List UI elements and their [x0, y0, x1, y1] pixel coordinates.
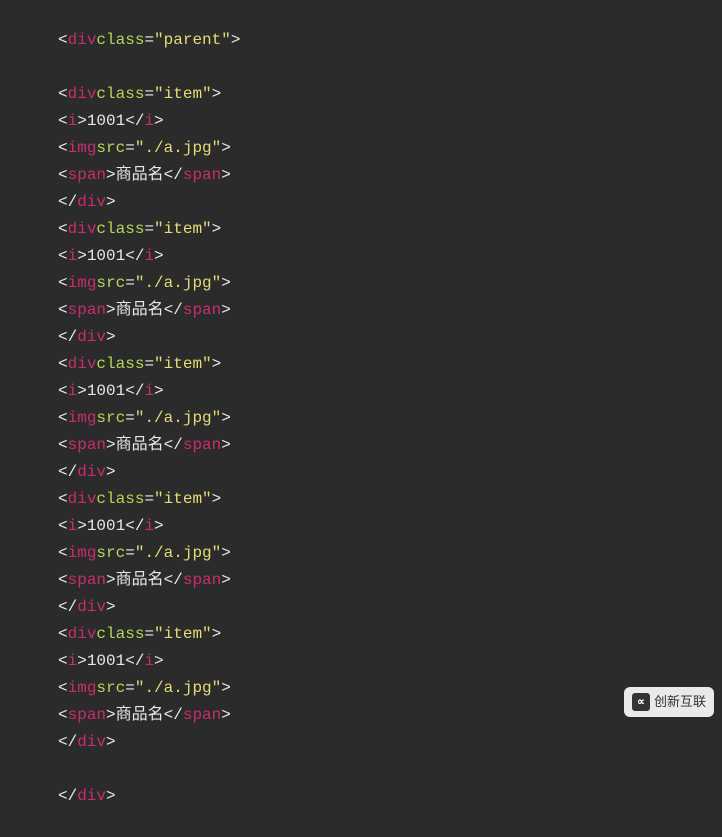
code-line: <span>商品名</span>	[58, 567, 722, 594]
tag-name: i	[68, 648, 78, 675]
watermark-icon: ∝	[632, 693, 650, 711]
tag-name: i	[144, 513, 154, 540]
watermark-text: 创新互联	[654, 691, 706, 713]
tag-name: img	[68, 135, 97, 162]
tag-name: i	[144, 243, 154, 270]
tag-name: img	[68, 405, 97, 432]
attr-value: "item"	[154, 351, 212, 378]
attr-value: "item"	[154, 81, 212, 108]
tag-name: i	[68, 108, 78, 135]
code-line: </div>	[58, 729, 722, 756]
text-node: 商品名	[116, 162, 164, 189]
tag-name: div	[68, 351, 97, 378]
code-line: <div class="item">	[58, 216, 722, 243]
code-line: <div class="item">	[58, 486, 722, 513]
code-line: <span>商品名</span>	[58, 432, 722, 459]
attr-name: src	[96, 405, 125, 432]
tag-name: div	[77, 189, 106, 216]
attr-name: class	[96, 27, 144, 54]
attr-value: "./a.jpg"	[135, 135, 221, 162]
code-line: <i>1001</i>	[58, 378, 722, 405]
attr-name: src	[96, 675, 125, 702]
tag-name: div	[77, 729, 106, 756]
attr-value: "./a.jpg"	[135, 405, 221, 432]
text-node: 1001	[87, 648, 125, 675]
tag-name: img	[68, 675, 97, 702]
attr-name: class	[96, 486, 144, 513]
code-line: <i>1001</i>	[58, 108, 722, 135]
tag-name: i	[144, 648, 154, 675]
tag-name: span	[183, 432, 221, 459]
code-line: <i>1001</i>	[58, 243, 722, 270]
attr-name: class	[96, 81, 144, 108]
tag-name: div	[68, 81, 97, 108]
tag-name: span	[183, 567, 221, 594]
tag-name: div	[77, 459, 106, 486]
code-editor[interactable]: <div class="parent"> <div class="item"> …	[0, 0, 722, 837]
tag-name: i	[68, 378, 78, 405]
code-line: <div class="parent">	[58, 27, 722, 54]
attr-name: class	[96, 621, 144, 648]
tag-name: div	[77, 594, 106, 621]
attr-value: "item"	[154, 621, 212, 648]
tag-name: span	[68, 567, 106, 594]
attr-name: src	[96, 540, 125, 567]
tag-name: span	[68, 432, 106, 459]
code-line: <div class="item">	[58, 351, 722, 378]
attr-name: class	[96, 351, 144, 378]
text-node: 商品名	[116, 297, 164, 324]
text-node: 1001	[87, 243, 125, 270]
attr-value: "item"	[154, 486, 212, 513]
tag-name: img	[68, 540, 97, 567]
attr-name: src	[96, 270, 125, 297]
tag-name: span	[183, 297, 221, 324]
text-node: 1001	[87, 513, 125, 540]
code-line: <img src="./a.jpg">	[58, 540, 722, 567]
code-line: </div>	[58, 189, 722, 216]
attr-value: "item"	[154, 216, 212, 243]
attr-value: "./a.jpg"	[135, 675, 221, 702]
tag-name: i	[68, 513, 78, 540]
code-line: <img src="./a.jpg">	[58, 135, 722, 162]
text-node: 1001	[87, 108, 125, 135]
code-line: <i>1001</i>	[58, 513, 722, 540]
attr-value: "./a.jpg"	[135, 270, 221, 297]
code-line: <span>商品名</span>	[58, 162, 722, 189]
tag-name: div	[68, 216, 97, 243]
code-line: </div>	[58, 459, 722, 486]
tag-name: img	[68, 270, 97, 297]
tag-name: div	[68, 486, 97, 513]
text-node: 1001	[87, 378, 125, 405]
tag-name: i	[68, 243, 78, 270]
attr-value: "parent"	[154, 27, 231, 54]
code-line: </div>	[58, 783, 722, 810]
code-line: <img src="./a.jpg">	[58, 675, 722, 702]
tag-name: i	[144, 108, 154, 135]
watermark-badge: ∝ 创新互联	[624, 687, 714, 717]
attr-name: src	[96, 135, 125, 162]
code-line: <span>商品名</span>	[58, 297, 722, 324]
text-node: 商品名	[116, 432, 164, 459]
tag-name: div	[68, 621, 97, 648]
code-line: <i>1001</i>	[58, 648, 722, 675]
code-line: </div>	[58, 594, 722, 621]
text-node: 商品名	[116, 567, 164, 594]
tag-name: span	[68, 297, 106, 324]
tag-name: span	[68, 162, 106, 189]
tag-name: div	[77, 783, 106, 810]
tag-name: span	[183, 162, 221, 189]
tag-name: div	[77, 324, 106, 351]
code-line: <img src="./a.jpg">	[58, 405, 722, 432]
attr-value: "./a.jpg"	[135, 540, 221, 567]
code-line: <img src="./a.jpg">	[58, 270, 722, 297]
code-line: <div class="item">	[58, 81, 722, 108]
attr-name: class	[96, 216, 144, 243]
code-line: </div>	[58, 324, 722, 351]
code-line: <div class="item">	[58, 621, 722, 648]
tag-name: div	[68, 27, 97, 54]
tag-name: i	[144, 378, 154, 405]
